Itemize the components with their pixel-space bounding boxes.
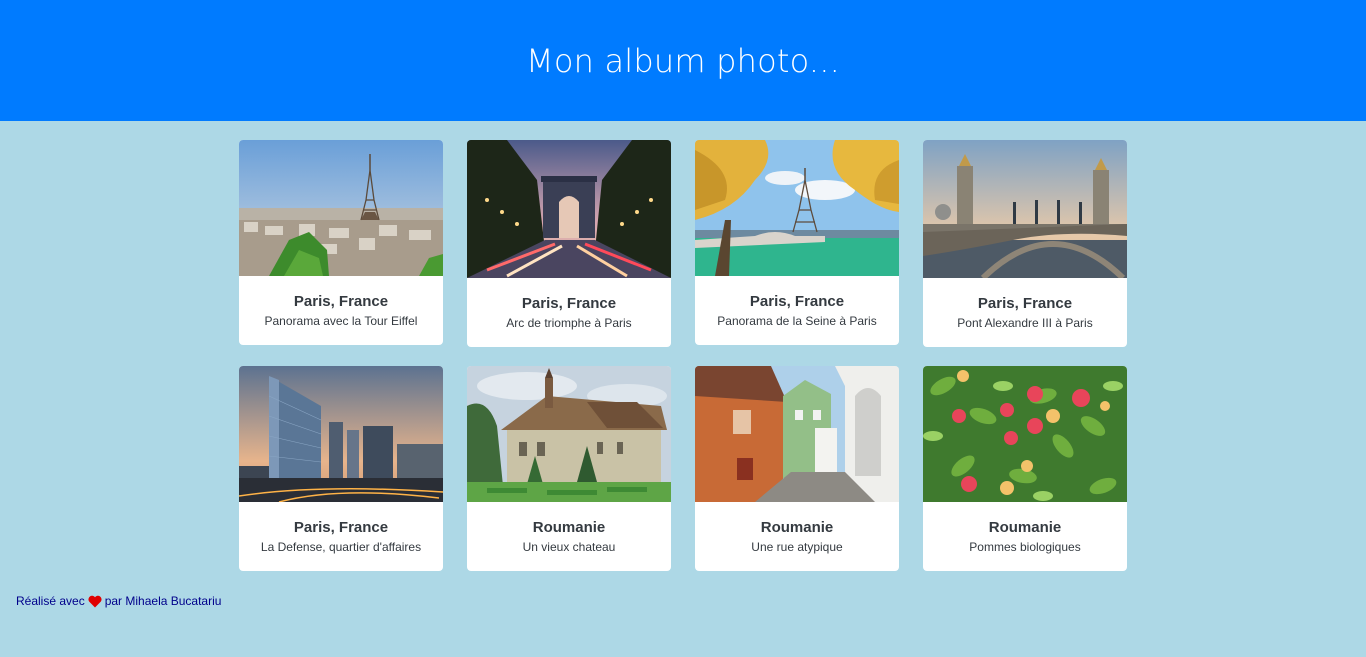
photo-seine-panorama xyxy=(695,140,899,276)
heart-icon xyxy=(88,595,102,608)
card-body: Roumanie Un vieux chateau xyxy=(467,502,671,571)
card-title: Roumanie xyxy=(988,519,1062,536)
card-title: Roumanie xyxy=(760,519,834,536)
photo-eiffel-panorama xyxy=(239,140,443,276)
footer-author: par Mihaela Bucatariu xyxy=(104,594,222,608)
page-header: Mon album photo... xyxy=(0,0,1366,121)
page-footer: Réalisé avec par Mihaela Bucatariu xyxy=(16,594,221,608)
card-title: Paris, France xyxy=(293,293,389,310)
card-title: Roumanie xyxy=(532,519,606,536)
photo-old-castle xyxy=(467,366,671,502)
photo-arc-de-triomphe xyxy=(467,140,671,278)
photo-card[interactable]: Paris, France La Defense, quartier d'aff… xyxy=(239,366,443,571)
card-text: Arc de triomphe à Paris xyxy=(506,316,632,330)
card-body: Paris, France Panorama avec la Tour Eiff… xyxy=(239,276,443,345)
card-text: La Defense, quartier d'affaires xyxy=(260,540,422,554)
photo-unusual-street xyxy=(695,366,899,502)
card-text: Une rue atypique xyxy=(751,540,843,554)
photo-card[interactable]: Roumanie Une rue atypique xyxy=(695,366,899,571)
card-text: Pommes biologiques xyxy=(969,540,1081,554)
card-text: Panorama de la Seine à Paris xyxy=(717,314,877,328)
card-title: Paris, France xyxy=(749,293,845,310)
photo-card[interactable]: Paris, France Panorama avec la Tour Eiff… xyxy=(239,140,443,345)
photo-card[interactable]: Roumanie Pommes biologiques xyxy=(923,366,1127,571)
photo-card[interactable]: Paris, France Arc de triomphe à Paris xyxy=(467,140,671,347)
page-title: Mon album photo... xyxy=(526,41,840,80)
gallery-row: Paris, France Panorama avec la Tour Eiff… xyxy=(239,140,1127,347)
photo-organic-apples xyxy=(923,366,1127,502)
card-text: Un vieux chateau xyxy=(522,540,616,554)
card-text: Pont Alexandre III à Paris xyxy=(957,316,1093,330)
photo-card[interactable]: Paris, France Pont Alexandre III à Paris xyxy=(923,140,1127,347)
photo-gallery: Paris, France Panorama avec la Tour Eiff… xyxy=(239,140,1127,590)
card-body: Paris, France Panorama de la Seine à Par… xyxy=(695,276,899,345)
photo-card[interactable]: Roumanie Un vieux chateau xyxy=(467,366,671,571)
card-body: Paris, France La Defense, quartier d'aff… xyxy=(239,502,443,571)
card-title: Paris, France xyxy=(521,295,617,312)
photo-pont-alexandre xyxy=(923,140,1127,278)
card-body: Paris, France Pont Alexandre III à Paris xyxy=(923,278,1127,347)
card-body: Roumanie Pommes biologiques xyxy=(923,502,1127,571)
photo-card[interactable]: Paris, France Panorama de la Seine à Par… xyxy=(695,140,899,345)
card-body: Paris, France Arc de triomphe à Paris xyxy=(467,278,671,347)
gallery-row: Paris, France La Defense, quartier d'aff… xyxy=(239,366,1127,571)
footer-prefix: Réalisé avec xyxy=(16,594,85,608)
card-text: Panorama avec la Tour Eiffel xyxy=(264,314,418,328)
card-title: Paris, France xyxy=(977,295,1073,312)
card-title: Paris, France xyxy=(293,519,389,536)
card-body: Roumanie Une rue atypique xyxy=(695,502,899,571)
photo-la-defense xyxy=(239,366,443,502)
